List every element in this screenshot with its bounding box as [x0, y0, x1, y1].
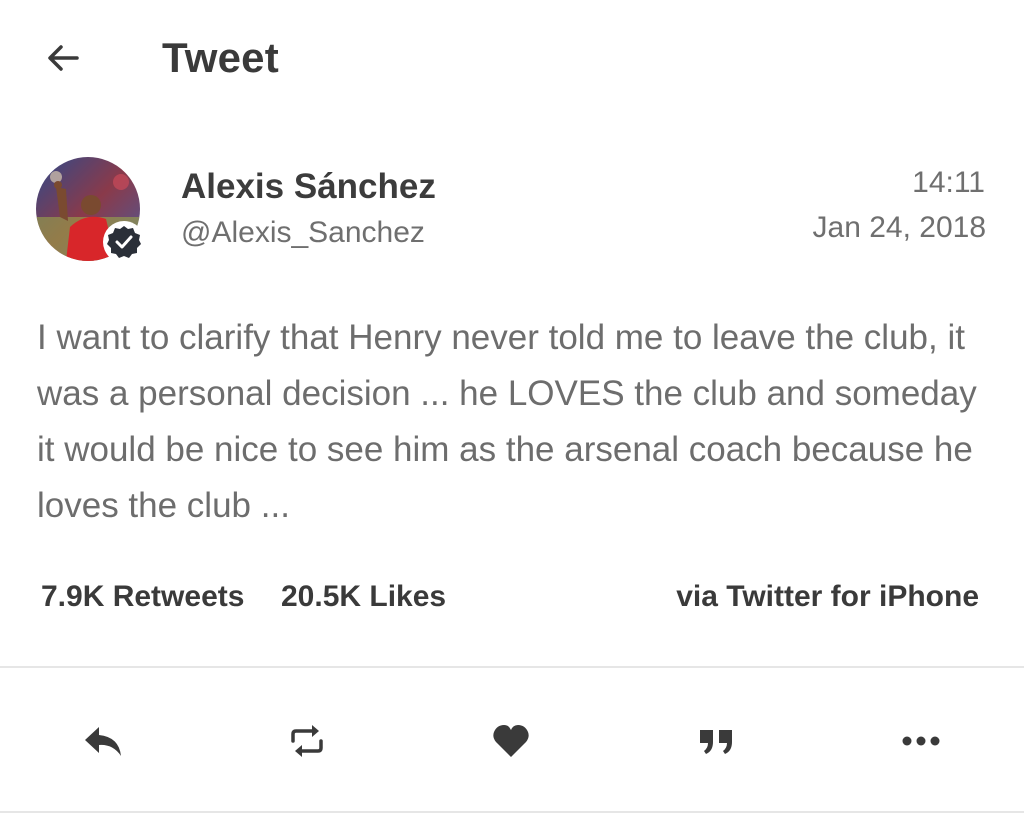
arrow-left-icon [48, 45, 79, 71]
divider [0, 666, 1024, 668]
bottom-divider [0, 811, 1024, 813]
verified-check-icon [107, 226, 141, 258]
quote-button[interactable] [692, 718, 742, 764]
like-count[interactable]: 20.5K Likes [281, 580, 446, 614]
retweet-icon [291, 725, 323, 757]
tweet-date: Jan 24, 2018 [812, 211, 986, 244]
retweet-button[interactable] [282, 718, 332, 764]
retweet-count[interactable]: 7.9K Retweets [41, 580, 244, 614]
tweet-source: via Twitter for iPhone [676, 580, 979, 613]
author-name[interactable]: Alexis Sánchez [181, 167, 436, 207]
reply-icon [85, 727, 121, 756]
tweet-time: 14:11 [912, 166, 985, 199]
avatar[interactable] [36, 157, 145, 263]
back-button[interactable] [38, 36, 88, 80]
more-button[interactable] [896, 718, 946, 764]
quote-icon [700, 730, 732, 754]
verified-badge [103, 221, 145, 263]
tweet-detail-screen: Tweet Alexis Sánchez @Alexis_Sanchez 14:… [0, 0, 1024, 815]
page-title: Tweet [162, 34, 279, 81]
like-button[interactable] [486, 718, 536, 764]
reply-button[interactable] [78, 718, 128, 764]
tweet-text: I want to clarify that Henry never told … [37, 318, 977, 525]
author-handle[interactable]: @Alexis_Sanchez [181, 216, 425, 250]
more-icon [902, 736, 940, 746]
heart-icon [493, 725, 529, 757]
